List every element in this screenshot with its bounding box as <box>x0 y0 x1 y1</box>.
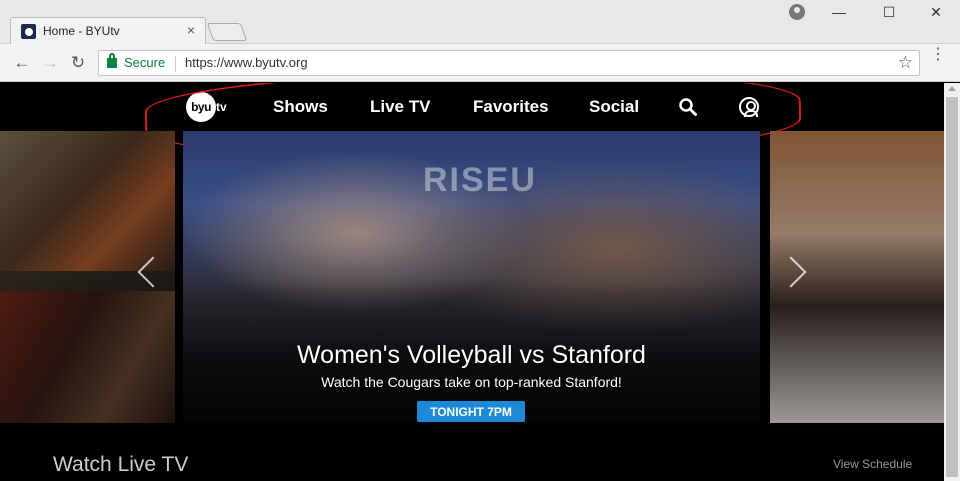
secure-label: Secure <box>124 55 166 70</box>
url-text[interactable]: https://www.byutv.org <box>185 55 308 70</box>
site-navigation: byu tv Shows Live TV Favorites Social <box>0 83 944 165</box>
section-title-live-tv: Watch Live TV <box>53 453 189 476</box>
hero-banner-text: RISEU <box>423 161 537 199</box>
vertical-scrollbar[interactable] <box>944 83 960 481</box>
reload-button[interactable]: ↻ <box>68 53 88 73</box>
scroll-thumb[interactable] <box>946 97 958 477</box>
new-tab-button[interactable] <box>206 23 248 41</box>
tab-close-icon[interactable]: × <box>187 22 195 38</box>
hero-title: Women's Volleyball vs Stanford <box>297 341 646 369</box>
page-content: byu tv Shows Live TV Favorites Social RI… <box>0 83 944 481</box>
browser-tab[interactable]: Home - BYUtv × <box>10 17 206 45</box>
address-separator <box>175 56 176 72</box>
lock-icon <box>107 53 117 68</box>
back-button[interactable]: ← <box>12 53 32 73</box>
profile-icon[interactable] <box>789 4 805 20</box>
bookmark-star-icon[interactable]: ☆ <box>898 53 913 73</box>
hero-slide[interactable]: RISEU Women's Volleyball vs Stanford Wat… <box>183 131 760 423</box>
hero-time-badge[interactable]: TONIGHT 7PM <box>417 401 525 422</box>
address-bar[interactable]: Secure https://www.byutv.org ☆ <box>98 50 920 76</box>
browser-menu-icon[interactable]: ⋮ <box>930 47 946 63</box>
browser-titlebar: Home - BYUtv × — ☐ ✕ <box>0 0 960 45</box>
hero-subtitle: Watch the Cougars take on top-ranked Sta… <box>321 374 622 390</box>
close-window-button[interactable]: ✕ <box>926 4 946 21</box>
scroll-up-icon[interactable] <box>948 86 956 91</box>
minimize-button[interactable]: — <box>829 4 849 20</box>
byutv-favicon-icon <box>21 24 36 39</box>
view-schedule-link[interactable]: View Schedule <box>833 457 912 471</box>
forward-button[interactable]: → <box>40 53 60 73</box>
browser-toolbar: ← → ↻ Secure https://www.byutv.org ☆ ⋮ <box>0 44 960 82</box>
maximize-button[interactable]: ☐ <box>879 4 899 21</box>
hero-carousel: RISEU Women's Volleyball vs Stanford Wat… <box>0 131 944 423</box>
tab-title: Home - BYUtv <box>43 24 120 38</box>
